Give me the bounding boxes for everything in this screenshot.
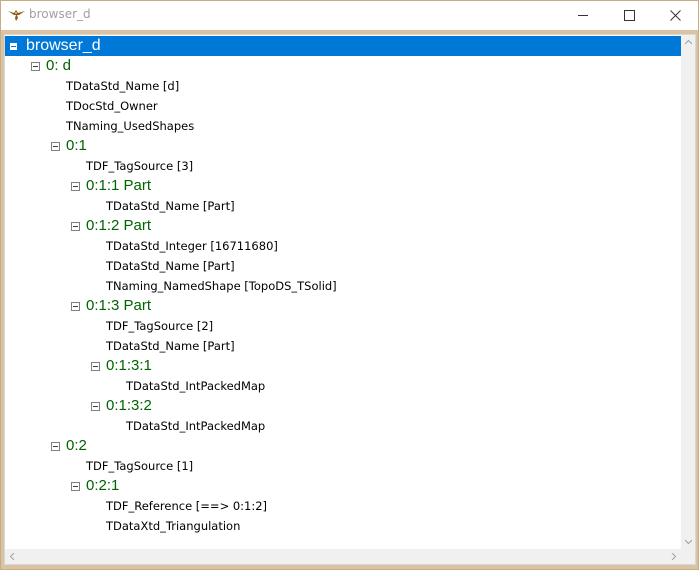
window-frame: browser_d 0: d TDataStd_Name [d] TDocStd_Ow… — [1, 30, 698, 569]
tree-view[interactable]: browser_d 0: d TDataStd_Name [d] TDocStd_Ow… — [4, 34, 696, 565]
close-button[interactable] — [653, 1, 699, 30]
node-label: 0:1:1 Part — [86, 177, 152, 194]
tree-attribute-row[interactable]: TDF_Reference [==> 0:1:2] — [5, 496, 681, 516]
maximize-button[interactable] — [607, 1, 653, 30]
node-label: 0:1:3:1 — [106, 357, 152, 374]
title-bar[interactable]: browser_d — [1, 1, 698, 30]
node-label: 0:1:3:2 — [106, 397, 152, 414]
tree-node-row[interactable]: 0:2 — [5, 436, 681, 456]
tree-attribute-row[interactable]: TDF_TagSource [2] — [5, 316, 681, 336]
tree-attribute-row[interactable]: TDataStd_Name [Part] — [5, 256, 681, 276]
node-label: 0:2 — [66, 437, 87, 454]
tree-node-row[interactable]: 0:1:3 Part — [5, 296, 681, 316]
attribute-label: TDataStd_Name [Part] — [106, 259, 235, 273]
tree-attribute-row[interactable]: TDataStd_Name [d] — [5, 76, 681, 96]
tree-attribute-row[interactable]: TNaming_UsedShapes — [5, 116, 681, 136]
tree-node-row[interactable]: 0:1:1 Part — [5, 176, 681, 196]
node-label: 0:1:3 Part — [86, 297, 152, 314]
attribute-label: TDataStd_IntPackedMap — [126, 379, 266, 393]
attribute-label: TDF_Reference [==> 0:1:2] — [106, 499, 268, 513]
tree-node-row[interactable]: 0:1:3:2 — [5, 396, 681, 416]
scroll-left-arrow-icon[interactable] — [5, 549, 20, 564]
attribute-label: TDataStd_Name [Part] — [106, 339, 235, 353]
attribute-label: TDataStd_Integer [16711680] — [106, 239, 278, 253]
window-title: browser_d — [29, 7, 91, 21]
vertical-scrollbar[interactable] — [681, 35, 695, 549]
tree-attribute-row[interactable]: TDataStd_IntPackedMap — [5, 376, 681, 396]
close-icon — [670, 10, 681, 21]
horizontal-scrollbar[interactable] — [5, 549, 681, 564]
tree-node-row[interactable]: 0: d — [5, 56, 681, 76]
collapse-icon[interactable] — [71, 182, 80, 191]
tree-attribute-row[interactable]: TDataStd_Name [Part] — [5, 336, 681, 356]
tree-items: browser_d 0: d TDataStd_Name [d] TDocStd_Ow… — [5, 35, 681, 549]
attribute-label: TDF_TagSource [2] — [106, 319, 214, 333]
tree-node-row[interactable]: browser_d — [5, 36, 681, 56]
attribute-label: TDF_TagSource [3] — [86, 159, 194, 173]
collapse-icon[interactable] — [71, 302, 80, 311]
minimize-button[interactable] — [561, 1, 607, 30]
node-label: 0:1:2 Part — [86, 217, 152, 234]
collapse-icon[interactable] — [91, 362, 100, 371]
tree-node-row[interactable]: 0:2:1 — [5, 476, 681, 496]
eagle-icon — [8, 8, 25, 22]
tree-attribute-row[interactable]: TDataStd_Name [Part] — [5, 196, 681, 216]
tree-attribute-row[interactable]: TDataXtd_Triangulation — [5, 516, 681, 536]
attribute-label: TNaming_UsedShapes — [66, 119, 195, 133]
collapse-icon[interactable] — [9, 42, 18, 51]
selection-highlight — [5, 36, 681, 56]
tree-node-row[interactable]: 0:1 — [5, 136, 681, 156]
tree-attribute-row[interactable]: TDataStd_Integer [16711680] — [5, 236, 681, 256]
browser-window: browser_d browser_d 0: d TDataStd_Name [d]… — [0, 0, 699, 570]
minimize-icon — [578, 15, 588, 16]
collapse-icon[interactable] — [51, 142, 60, 151]
scroll-down-arrow-icon[interactable] — [681, 534, 695, 549]
tree-node-row[interactable]: 0:1:2 Part — [5, 216, 681, 236]
attribute-label: TDocStd_Owner — [66, 99, 158, 113]
node-label: 0: d — [46, 57, 72, 74]
collapse-icon[interactable] — [71, 482, 80, 491]
node-label: 0:2:1 — [86, 477, 120, 494]
attribute-label: TDataXtd_Triangulation — [106, 519, 241, 533]
scrollbar-corner — [681, 549, 695, 564]
attribute-label: TDF_TagSource [1] — [86, 459, 194, 473]
tree-attribute-row[interactable]: TNaming_NamedShape [TopoDS_TSolid] — [5, 276, 681, 296]
attribute-label: TDataStd_Name [d] — [66, 79, 180, 93]
tree-attribute-row[interactable]: TDF_TagSource [1] — [5, 456, 681, 476]
collapse-icon[interactable] — [31, 62, 40, 71]
tree-attribute-row[interactable]: TDataStd_IntPackedMap — [5, 416, 681, 436]
attribute-label: TDataStd_Name [Part] — [106, 199, 235, 213]
scroll-right-arrow-icon[interactable] — [666, 549, 681, 564]
tree-attribute-row[interactable]: TDocStd_Owner — [5, 96, 681, 116]
scroll-up-arrow-icon[interactable] — [681, 35, 695, 50]
collapse-icon[interactable] — [71, 222, 80, 231]
tree-attribute-row[interactable]: TDF_TagSource [3] — [5, 156, 681, 176]
node-label: 0:1 — [66, 137, 87, 154]
maximize-icon — [624, 10, 635, 21]
attribute-label: TDataStd_IntPackedMap — [126, 419, 266, 433]
tree-node-row[interactable]: 0:1:3:1 — [5, 356, 681, 376]
attribute-label: TNaming_NamedShape [TopoDS_TSolid] — [106, 279, 337, 293]
collapse-icon[interactable] — [91, 402, 100, 411]
node-label: browser_d — [26, 37, 101, 54]
collapse-icon[interactable] — [51, 442, 60, 451]
